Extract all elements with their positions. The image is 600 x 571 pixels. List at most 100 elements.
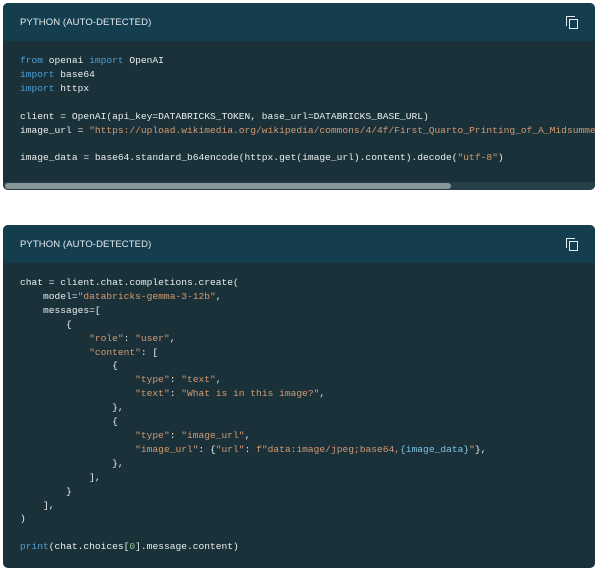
code-text: : { <box>198 443 216 455</box>
code-text: }, <box>20 457 124 469</box>
code-block-header: PYTHON (AUTO-DETECTED) <box>3 3 595 41</box>
language-label: PYTHON (AUTO-DETECTED) <box>20 238 152 250</box>
code-line: import httpx <box>20 82 578 96</box>
code-line: "role": "user", <box>20 332 578 346</box>
code-line: } <box>20 485 578 499</box>
code-text: , <box>169 332 176 344</box>
code-keyword: print <box>20 541 49 553</box>
code-string: "utf-8" <box>457 152 498 164</box>
code-line: print(chat.choices[0].message.content) <box>20 540 578 554</box>
code-line: "content": [ <box>20 346 578 360</box>
code-line: ], <box>20 499 578 513</box>
code-text: : <box>123 332 136 344</box>
code-string: "image_url" <box>135 443 199 455</box>
code-block-2: PYTHON (AUTO-DETECTED) chat = client.cha… <box>3 225 595 568</box>
code-line: }, <box>20 457 578 471</box>
code-text: : <box>244 443 257 455</box>
horizontal-scrollbar[interactable] <box>3 182 595 190</box>
code-text: , <box>244 429 251 441</box>
code-line: "type": "image_url", <box>20 429 578 443</box>
code-text: ], <box>20 471 101 483</box>
code-text: { <box>20 360 118 372</box>
copy-icon[interactable] <box>566 237 578 251</box>
code-string: "What is in this image?" <box>181 388 320 400</box>
code-string: "https://upload.wikimedia.org/wikipedia/… <box>89 124 595 136</box>
code-block-header: PYTHON (AUTO-DETECTED) <box>3 225 595 263</box>
code-string: "text" <box>181 374 216 386</box>
code-text: , <box>215 374 222 386</box>
code-line: ) <box>20 512 578 526</box>
code-text: (chat.choices[ <box>48 541 130 553</box>
code-text: client = OpenAI(api_key=DATABRICKS_TOKEN… <box>20 110 429 122</box>
copy-icon[interactable] <box>566 15 578 29</box>
code-line: model="databricks-gemma-3-12b", <box>20 290 578 304</box>
code-keyword: from <box>20 55 44 66</box>
code-line: "type": "text", <box>20 373 578 387</box>
code-text: { <box>20 318 72 330</box>
code-text: }, <box>20 402 124 414</box>
code-string: "role" <box>89 332 124 344</box>
code-text: }, <box>474 443 487 455</box>
code-content: chat = client.chat.completions.create( m… <box>3 263 595 554</box>
code-text: { <box>20 416 118 428</box>
code-text: model= <box>20 290 78 302</box>
code-text: , <box>319 388 326 400</box>
code-string: "url" <box>215 443 245 455</box>
code-keyword: import <box>20 68 55 80</box>
code-keyword: import <box>89 55 124 66</box>
code-text: image_data = base64.standard_b64encode(h… <box>20 152 458 164</box>
code-string: "databricks-gemma-3-12b" <box>77 290 216 302</box>
code-line: { <box>20 318 578 332</box>
code-line: import base64 <box>20 68 578 82</box>
code-string: f"data:image/jpeg;base64, <box>256 443 401 455</box>
code-line: { <box>20 415 578 429</box>
code-text: image_url = <box>20 124 90 136</box>
code-text: } <box>20 485 72 497</box>
code-line: }, <box>20 401 578 415</box>
code-line: from openai import OpenAI <box>20 54 578 68</box>
code-line: image_data = base64.standard_b64encode(h… <box>20 151 578 165</box>
code-string: "content" <box>89 346 141 358</box>
code-text: ) <box>497 152 504 164</box>
code-line: { <box>20 359 578 373</box>
code-string: "user" <box>135 332 170 344</box>
scrollbar-thumb[interactable] <box>5 183 451 189</box>
code-line: chat = client.chat.completions.create( <box>20 276 578 290</box>
code-text: ].message.content) <box>135 541 239 553</box>
code-interpolation: {image_data} <box>400 443 470 455</box>
code-string: "type" <box>135 374 170 386</box>
code-text: base64 <box>54 68 95 80</box>
code-text: : <box>169 429 182 441</box>
code-line: ], <box>20 471 578 485</box>
code-line: client = OpenAI(api_key=DATABRICKS_TOKEN… <box>20 110 578 124</box>
code-text: , <box>215 290 222 302</box>
code-content: from openai import OpenAI import base64 im… <box>3 41 595 165</box>
code-text: ) <box>20 513 26 525</box>
code-line: image_url = "https://upload.wikimedia.or… <box>20 124 595 138</box>
code-line: "text": "What is in this image?", <box>20 387 578 401</box>
language-label: PYTHON (AUTO-DETECTED) <box>20 16 152 28</box>
code-text: OpenAI <box>123 55 164 66</box>
code-block-1: PYTHON (AUTO-DETECTED) from openai impor… <box>3 3 595 190</box>
code-line: messages=[ <box>20 304 578 318</box>
code-text: httpx <box>54 82 90 94</box>
code-text: : <box>169 374 182 386</box>
code-string: "image_url" <box>181 429 245 441</box>
code-line: "image_url": {"url": f"data:image/jpeg;b… <box>20 443 578 457</box>
code-string: "type" <box>135 429 170 441</box>
code-text: : [ <box>140 346 159 358</box>
code-text: messages=[ <box>20 304 101 316</box>
code-string: "text" <box>135 388 170 400</box>
code-text: chat = client.chat.completions.create( <box>20 277 239 288</box>
code-text: : <box>169 388 182 400</box>
code-text: ], <box>20 499 55 511</box>
code-keyword: import <box>20 82 55 94</box>
